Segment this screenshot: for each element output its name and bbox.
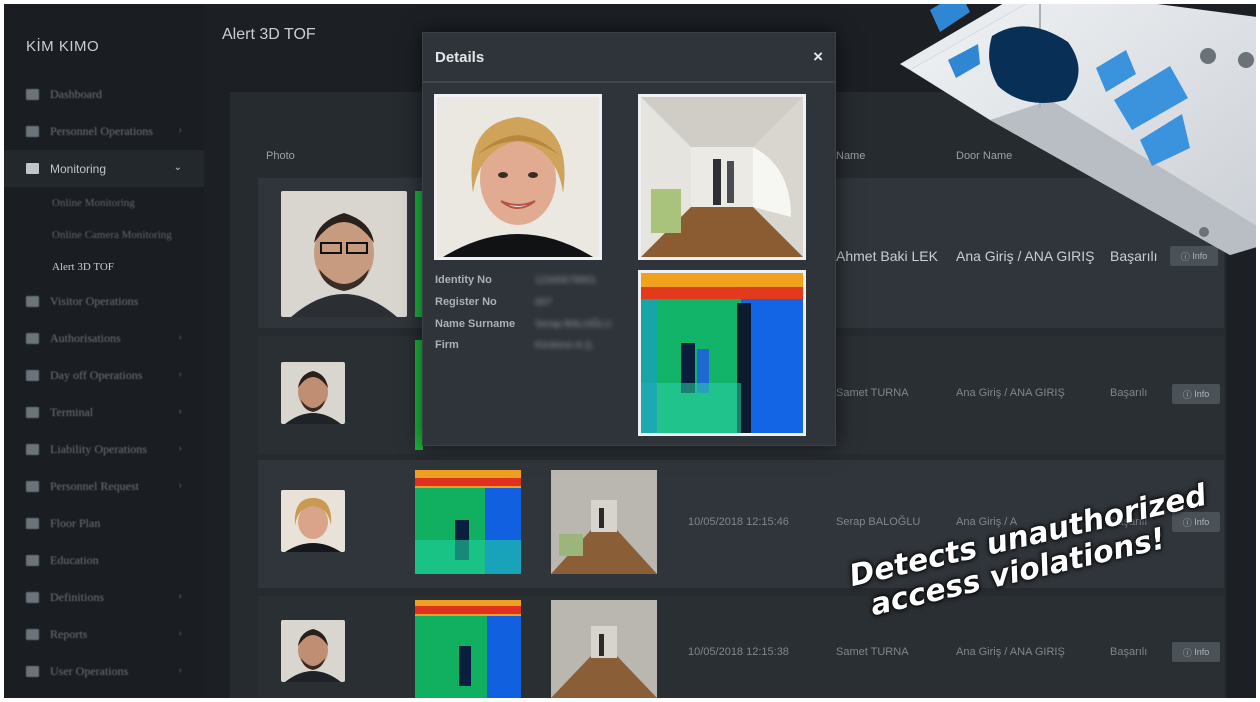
detail-label-firm: Firm	[435, 339, 459, 351]
chevron-right-icon: ›	[178, 591, 182, 602]
chevron-right-icon: ›	[178, 369, 182, 380]
sidebar-item-authorisations[interactable]: Authorisations ›	[4, 320, 204, 357]
chevron-down-icon: ⌄	[173, 162, 182, 173]
id-card-icon	[26, 296, 39, 307]
sidebar-item-label: Day off Operations	[50, 368, 143, 382]
cell-status: Başarılı	[1110, 387, 1148, 399]
sidebar-item-liability-operations[interactable]: Liability Operations ›	[4, 431, 204, 468]
cell-name: Samet TURNA	[836, 387, 909, 399]
users-icon	[26, 126, 39, 137]
dashboard-icon	[26, 89, 39, 100]
person-photo	[281, 362, 345, 424]
page-title: Alert 3D TOF	[222, 26, 316, 43]
detail-value-identity-no: 12345678901	[535, 275, 597, 286]
floor-plan-icon	[26, 518, 39, 529]
modal-header: Details ×	[423, 33, 835, 83]
calendar-icon	[26, 370, 39, 381]
sidebar-item-label: Definitions	[50, 590, 104, 604]
column-header-photo: Photo	[266, 150, 295, 162]
detail-label-name-surname: Name Surname	[435, 318, 516, 330]
cell-status: Başarılı	[1110, 646, 1148, 658]
chevron-right-icon: ›	[178, 443, 182, 454]
person-photo	[281, 490, 345, 552]
info-button[interactable]: ⓘ Info	[1172, 642, 1220, 662]
modal-title: Details	[435, 49, 485, 66]
camera-image-large	[638, 94, 806, 260]
sidebar-item-dashboard[interactable]: Dashboard	[4, 76, 204, 113]
sidebar-item-personnel-request[interactable]: Personnel Request ›	[4, 468, 204, 505]
detail-label-register-no: Register No	[435, 296, 497, 308]
info-icon: ⓘ	[1182, 389, 1195, 400]
sidebar-subitem-online-monitoring[interactable]: Online Monitoring	[4, 187, 204, 219]
app-window: KİM KIMO Dashboard Personnel Operations …	[0, 0, 1260, 702]
person-photo	[281, 620, 345, 682]
sidebar-item-label: Education	[50, 553, 99, 567]
sidebar-item-user-operations[interactable]: User Operations ›	[4, 653, 204, 690]
cell-datetime: 10/05/2018 12:15:46	[688, 516, 789, 528]
close-icon[interactable]: ×	[813, 47, 823, 67]
cell-door: Ana Giriş / ANA GIRIŞ	[956, 387, 1065, 399]
sidebar-subitem-alert-3d-tof[interactable]: Alert 3D TOF	[4, 251, 204, 283]
sidebar-item-label: Personnel Operations	[50, 124, 153, 138]
sidebar-nav: Dashboard Personnel Operations › Monitor…	[4, 76, 204, 690]
pencil-icon	[26, 592, 39, 603]
sidebar-item-reports[interactable]: Reports ›	[4, 616, 204, 653]
sidebar-item-day-off-operations[interactable]: Day off Operations ›	[4, 357, 204, 394]
sidebar-item-monitoring[interactable]: Monitoring ⌄	[4, 150, 204, 187]
key-icon	[26, 333, 39, 344]
info-button[interactable]: ⓘ Info	[1172, 384, 1220, 404]
sidebar-subitem-online-camera-monitoring[interactable]: Online Camera Monitoring	[4, 219, 204, 251]
camera-image	[551, 470, 657, 574]
sidebar-item-floor-plan[interactable]: Floor Plan	[4, 505, 204, 542]
details-modal: Details × Identity No 12345678901 Regist…	[422, 32, 836, 446]
camera-image	[551, 600, 657, 698]
chevron-right-icon: ›	[178, 125, 182, 136]
column-header-name: Name	[836, 150, 866, 162]
inbox-icon	[26, 481, 39, 492]
chevron-right-icon: ›	[178, 665, 182, 676]
user-gear-icon	[26, 666, 39, 677]
sidebar-item-education[interactable]: Education	[4, 542, 204, 579]
sidebar-item-visitor-operations[interactable]: Visitor Operations	[4, 283, 204, 320]
chevron-right-icon: ›	[178, 628, 182, 639]
cell-datetime: 10/05/2018 12:15:38	[688, 646, 789, 658]
depth-image	[415, 470, 521, 574]
report-icon	[26, 629, 39, 640]
depth-image	[415, 600, 521, 698]
education-icon	[26, 555, 39, 566]
sidebar: KİM KIMO Dashboard Personnel Operations …	[4, 4, 204, 698]
sidebar-item-label: Floor Plan	[50, 516, 101, 530]
sidebar-item-label: User Operations	[50, 664, 129, 678]
app-logo[interactable]: KİM KIMO	[26, 38, 99, 55]
sidebar-item-label: Personnel Request	[50, 479, 139, 493]
briefcase-icon	[26, 444, 39, 455]
detail-label-identity-no: Identity No	[435, 274, 492, 286]
cell-name: Samet TURNA	[836, 646, 909, 658]
sidebar-item-terminal[interactable]: Terminal ›	[4, 394, 204, 431]
tof-sensor-device-image	[900, 0, 1260, 270]
detail-value-name-surname: Serap BALOĞLU	[535, 319, 612, 330]
sidebar-item-label: Visitor Operations	[50, 294, 139, 308]
info-icon: ⓘ	[1182, 647, 1195, 658]
chevron-right-icon: ›	[178, 332, 182, 343]
gear-icon	[26, 407, 39, 418]
person-photo	[281, 191, 407, 317]
sidebar-item-label: Liability Operations	[50, 442, 147, 456]
depth-image-large	[638, 270, 806, 436]
sidebar-item-label: Monitoring	[50, 161, 107, 176]
sidebar-item-personnel-operations[interactable]: Personnel Operations ›	[4, 113, 204, 150]
person-photo-large	[434, 94, 602, 260]
sidebar-item-label: Authorisations	[50, 331, 121, 345]
detail-value-register-no: 007	[535, 297, 552, 308]
chevron-right-icon: ›	[178, 480, 182, 491]
chevron-right-icon: ›	[178, 406, 182, 417]
cell-name: Serap BALOĞLU	[836, 516, 921, 528]
monitor-icon	[26, 163, 39, 174]
detail-value-firm: Kimkimo A.Ş.	[535, 340, 595, 351]
sidebar-item-label: Reports	[50, 627, 88, 641]
cell-door: Ana Giriş / ANA GIRIŞ	[956, 646, 1065, 658]
sidebar-item-label: Dashboard	[50, 87, 102, 101]
sidebar-item-label: Terminal	[50, 405, 94, 419]
sidebar-item-definitions[interactable]: Definitions ›	[4, 579, 204, 616]
